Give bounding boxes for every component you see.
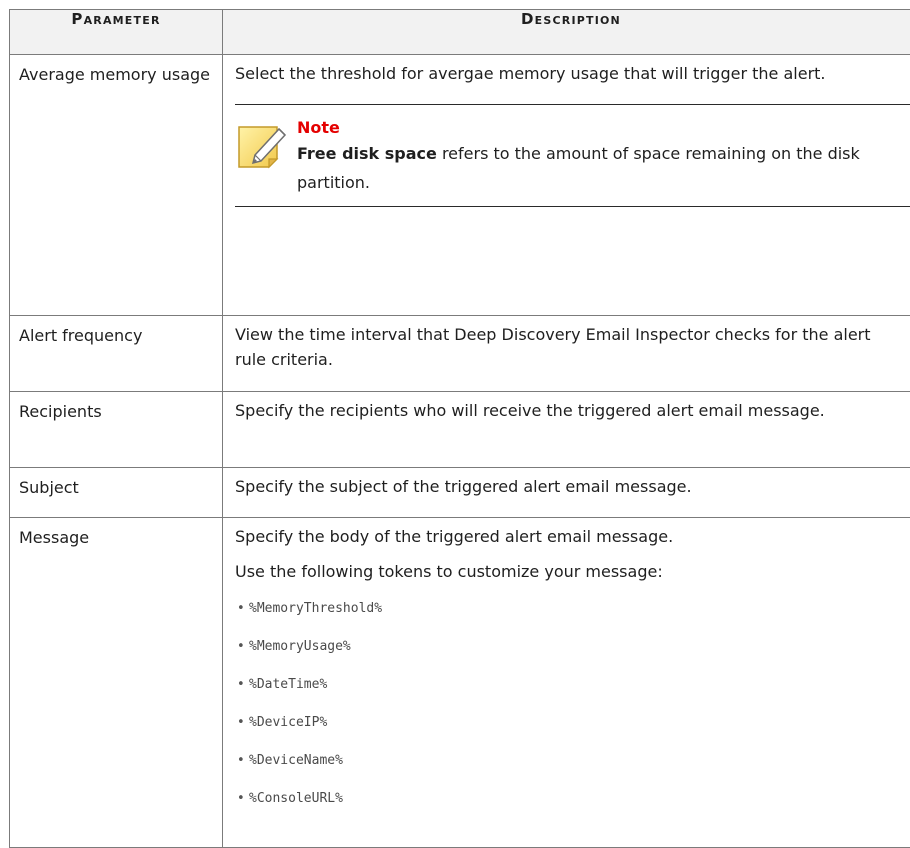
description-cell: Specify the recipients who will receive … bbox=[222, 391, 910, 468]
param-cell: Subject bbox=[9, 467, 223, 518]
token-list-item: • %ConsoleURL% bbox=[237, 791, 343, 806]
param-cell: Message bbox=[9, 517, 223, 848]
description-text: Specify the body of the triggered alert … bbox=[235, 527, 674, 546]
table-header-row: Parameter Description bbox=[9, 9, 910, 55]
token-text: %DateTime% bbox=[249, 677, 328, 692]
token-text: %DeviceName% bbox=[249, 753, 343, 768]
column-header-parameter: Parameter bbox=[9, 9, 223, 55]
table-row: Average memory usage Select the threshol… bbox=[9, 54, 910, 316]
description-cell: Specify the body of the triggered alert … bbox=[222, 517, 910, 848]
description-text: Specify the subject of the triggered ale… bbox=[235, 477, 692, 496]
token-list-item: • %DeviceIP% bbox=[237, 715, 328, 730]
token-text: %ConsoleURL% bbox=[249, 791, 343, 806]
table-row: Message Specify the body of the triggere… bbox=[9, 517, 910, 848]
note-box: Note Free disk space refers to the amoun… bbox=[235, 104, 910, 207]
description-text-secondary: Use the following tokens to customize yo… bbox=[235, 562, 663, 581]
table-row: Alert frequency View the time interval t… bbox=[9, 315, 910, 392]
description-text: Specify the recipients who will receive … bbox=[235, 401, 825, 420]
note-pencil-icon bbox=[235, 119, 289, 171]
table-row: Recipients Specify the recipients who wi… bbox=[9, 391, 910, 468]
note-title: Note bbox=[297, 118, 340, 137]
description-text: View the time interval that Deep Discove… bbox=[235, 325, 871, 369]
note-text: Free disk space refers to the amount of … bbox=[297, 139, 910, 197]
token-text: %DeviceIP% bbox=[249, 715, 328, 730]
token-list: • %MemoryThreshold% • %MemoryUsage% • %Date… bbox=[235, 590, 910, 818]
parameter-table: Parameter Description Average memory usa… bbox=[9, 9, 910, 848]
table-row: Subject Specify the subject of the trigg… bbox=[9, 467, 910, 518]
note-bold-term: Free disk space bbox=[297, 144, 437, 163]
description-cell: Specify the subject of the triggered ale… bbox=[222, 467, 910, 518]
description-cell: Select the threshold for avergae memory … bbox=[222, 54, 910, 316]
param-cell: Average memory usage bbox=[9, 54, 223, 316]
param-cell: Recipients bbox=[9, 391, 223, 468]
param-cell: Alert frequency bbox=[9, 315, 223, 392]
token-list-item: • %DeviceName% bbox=[237, 753, 343, 768]
description-text: Select the threshold for avergae memory … bbox=[235, 64, 826, 83]
token-text: %MemoryThreshold% bbox=[249, 601, 383, 616]
token-list-item: • %DateTime% bbox=[237, 677, 328, 692]
token-list-item: • %MemoryThreshold% bbox=[237, 601, 383, 616]
token-list-item: • %MemoryUsage% bbox=[237, 639, 351, 654]
token-text: %MemoryUsage% bbox=[249, 639, 351, 654]
description-cell: View the time interval that Deep Discove… bbox=[222, 315, 910, 392]
column-header-description: Description bbox=[222, 9, 910, 55]
